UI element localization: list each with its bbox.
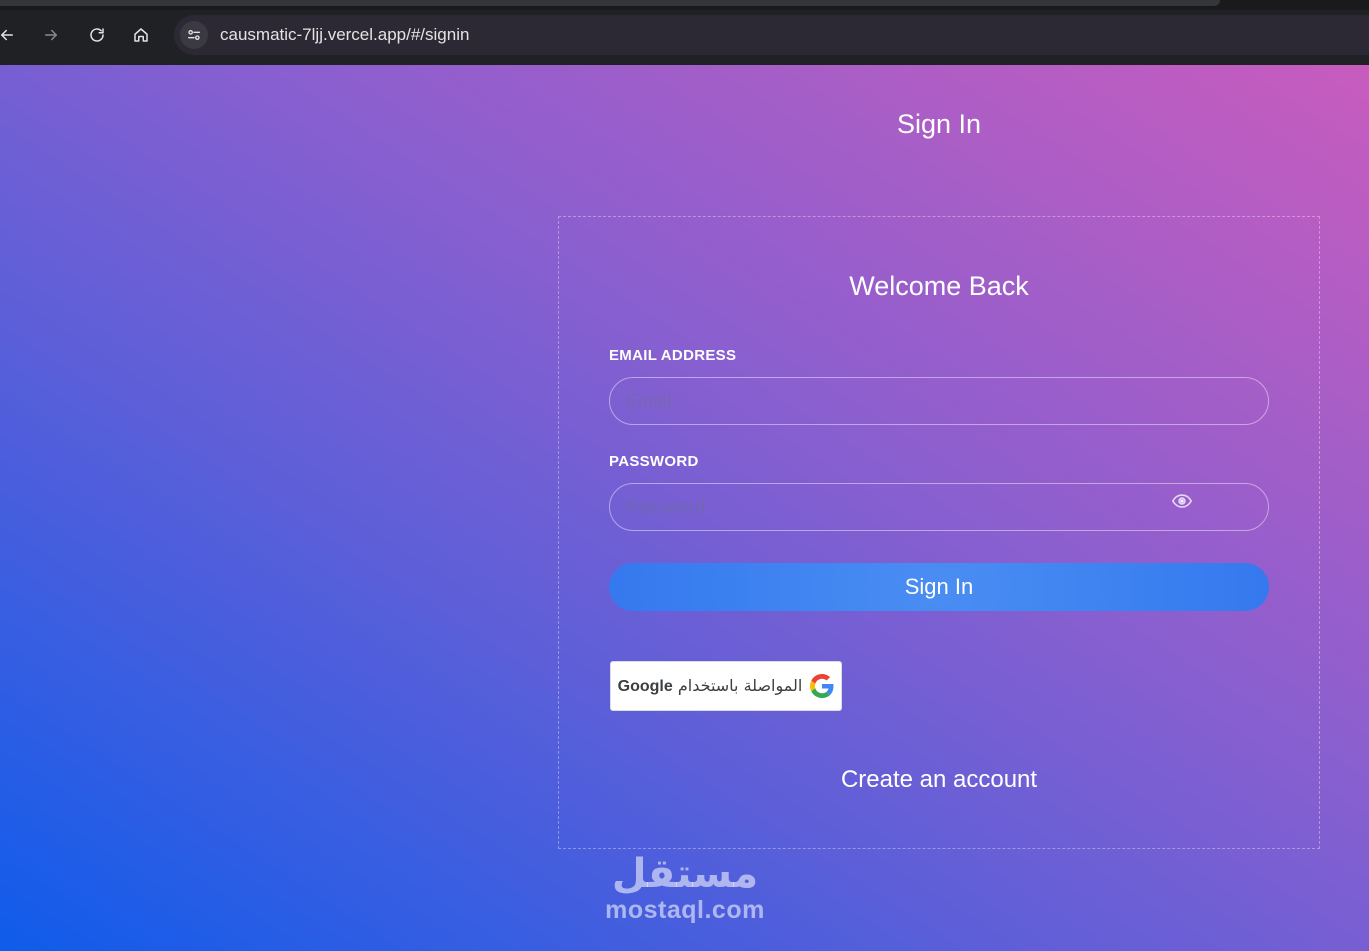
arrow-right-icon — [45, 29, 57, 41]
create-account-link[interactable]: Create an account — [559, 766, 1319, 794]
address-bar[interactable]: causmatic-7ljj.vercel.app/#/signin — [174, 15, 1369, 55]
url-text[interactable]: causmatic-7ljj.vercel.app/#/signin — [220, 25, 469, 45]
signin-card: Welcome Back EMAIL ADDRESS PASSWORD Sign… — [558, 216, 1320, 849]
reload-icon — [90, 28, 104, 42]
site-info-button[interactable] — [180, 21, 208, 49]
reload-button[interactable] — [82, 20, 112, 50]
google-signin-label-brand: Google — [617, 678, 673, 695]
tune-icon — [188, 30, 200, 40]
page-title: Sign In — [896, 109, 982, 139]
email-label: EMAIL ADDRESS — [609, 347, 737, 364]
forward-button[interactable] — [36, 20, 66, 50]
tab-strip — [0, 0, 1369, 10]
active-tab[interactable] — [0, 0, 1220, 6]
password-label: PASSWORD — [609, 453, 699, 470]
google-logo-icon — [810, 674, 834, 698]
page-viewport: Sign In Welcome Back EMAIL ADDRESS PASSW… — [0, 65, 1369, 951]
home-icon — [134, 28, 148, 42]
google-signin-label: المواصلة باستخدام Google — [618, 676, 803, 696]
browser-toolbar: causmatic-7ljj.vercel.app/#/signin — [0, 0, 1369, 65]
eye-icon — [1171, 494, 1193, 508]
arrow-left-icon — [1, 29, 13, 41]
home-button[interactable] — [126, 20, 156, 50]
back-button[interactable] — [0, 20, 22, 50]
card-title: Welcome Back — [849, 271, 1029, 301]
google-signin-button[interactable]: المواصلة باستخدام Google — [610, 661, 842, 711]
google-signin-label-arabic: المواصلة باستخدام — [677, 676, 803, 695]
signin-button[interactable]: Sign In — [609, 563, 1269, 611]
watermark-logo: مستقل mostaql.com — [600, 851, 770, 923]
password-visibility-toggle[interactable] — [1169, 489, 1195, 513]
watermark-arabic-text: مستقل — [611, 851, 759, 897]
watermark-latin-text: mostaql.com — [605, 896, 765, 924]
email-field[interactable] — [609, 377, 1269, 425]
